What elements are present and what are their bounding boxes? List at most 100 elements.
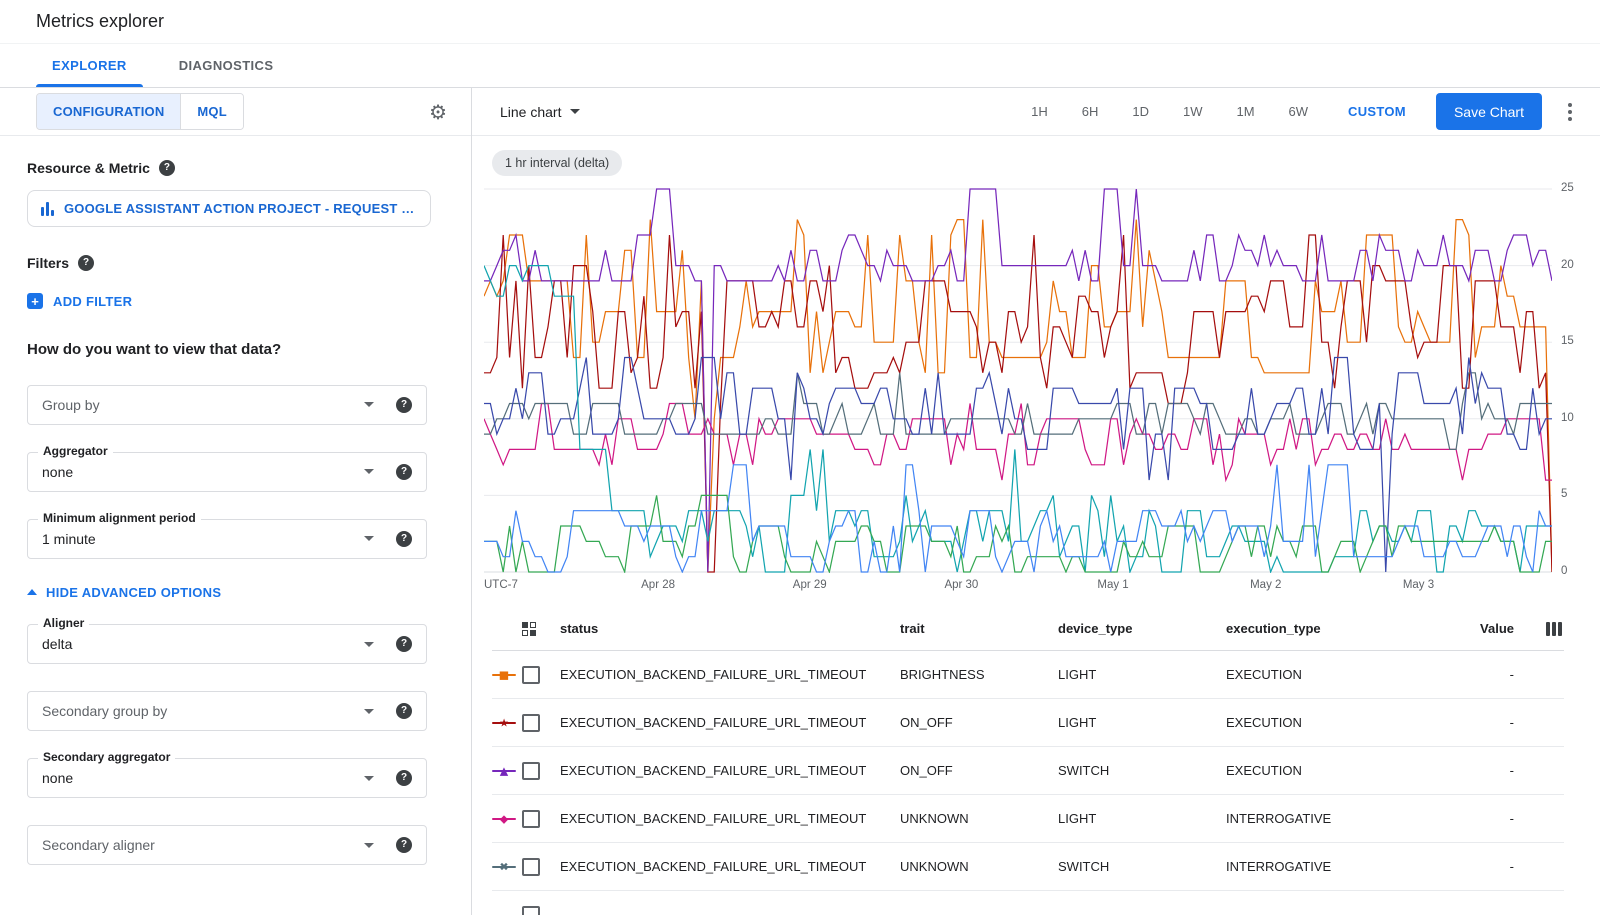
gear-icon[interactable]: ⚙ — [429, 102, 447, 122]
x-axis-label: UTC-7 — [484, 579, 518, 591]
min-alignment-period-select[interactable]: Minimum alignment period 1 minute — [27, 519, 427, 559]
page-title: Metrics explorer — [36, 11, 164, 32]
table-row[interactable]: ▲ EXECUTION_BACKEND_FAILURE_URL_TIMEOUT … — [492, 747, 1564, 795]
series-line: ▲ — [492, 770, 516, 772]
range-1w[interactable]: 1W — [1183, 104, 1203, 119]
tab-explorer[interactable]: EXPLORER — [26, 44, 153, 87]
range-custom[interactable]: CUSTOM — [1348, 104, 1406, 119]
column-header-trait[interactable]: trait — [900, 621, 1058, 636]
x-axis-label: Apr 28 — [641, 579, 675, 591]
row-checkbox[interactable] — [522, 858, 540, 876]
hide-advanced-options-link[interactable]: HIDE ADVANCED OPTIONS — [27, 585, 221, 600]
resource-metric-label: Resource & Metric — [27, 160, 150, 176]
sidebar-body: Resource & Metric GOOGLE ASSISTANT ACTIO… — [0, 136, 471, 885]
secondary-aggregator-value: none — [42, 770, 364, 786]
help-icon[interactable] — [396, 397, 412, 413]
table-row[interactable]: ◆ EXECUTION_BACKEND_FAILURE_URL_TIMEOUT … — [492, 795, 1564, 843]
min-alignment-value: 1 minute — [42, 531, 364, 547]
page-title-bar: Metrics explorer — [0, 0, 1600, 44]
mql-tab[interactable]: MQL — [180, 94, 242, 129]
hide-advanced-options-label: HIDE ADVANCED OPTIONS — [46, 585, 221, 600]
row-status: EXECUTION_BACKEND_FAILURE_URL_TIMEOUT — [560, 763, 900, 778]
row-trait: UNKNOWN — [900, 811, 1058, 826]
row-trait: BRIGHTNESS — [900, 667, 1058, 682]
row-execution-type: INTERROGATIVE — [1226, 811, 1468, 826]
help-icon[interactable] — [396, 531, 412, 547]
aligner-label: Aligner — [38, 616, 89, 630]
y-axis-label: 5 — [1561, 488, 1567, 500]
help-icon[interactable] — [159, 160, 175, 176]
aggregator-select[interactable]: Aggregator none — [27, 452, 427, 492]
metric-chip[interactable]: GOOGLE ASSISTANT ACTION PROJECT - REQUES… — [27, 190, 431, 227]
column-settings-icon[interactable] — [1546, 622, 1564, 636]
y-axis-label: 0 — [1561, 565, 1567, 577]
tab-diagnostics[interactable]: DIAGNOSTICS — [153, 44, 300, 87]
tab-explorer-label: EXPLORER — [52, 58, 127, 73]
chevron-down-icon — [364, 536, 374, 541]
row-status: EXECUTION_BACKEND_FAILURE_URL_TIMEOUT — [560, 715, 900, 730]
column-header-value[interactable]: Value — [1468, 621, 1524, 636]
column-header-device-type[interactable]: device_type — [1058, 621, 1226, 636]
more-options-icon[interactable] — [1560, 97, 1580, 127]
row-checkbox[interactable] — [522, 810, 540, 828]
row-trait: ON_OFF — [900, 715, 1058, 730]
help-icon[interactable] — [396, 703, 412, 719]
chevron-down-icon — [364, 642, 374, 647]
group-by-select[interactable]: Group by — [27, 385, 427, 425]
secondary-aggregator-select[interactable]: Secondary aggregator none — [27, 758, 427, 798]
table-header: status trait device_type execution_type … — [492, 607, 1564, 651]
column-header-status[interactable]: status — [560, 621, 900, 636]
x-axis-label: May 3 — [1403, 579, 1434, 591]
y-axis-label: 15 — [1561, 335, 1574, 347]
chevron-down-icon — [364, 843, 374, 848]
chart-area: 1 hr interval (delta) 0510152025 UTC-7Ap… — [472, 136, 1600, 595]
add-box-icon — [27, 293, 43, 309]
aligner-select[interactable]: Aligner delta — [27, 624, 427, 664]
table-body: ■ EXECUTION_BACKEND_FAILURE_URL_TIMEOUT … — [492, 651, 1564, 891]
series-line: ✖ — [492, 866, 516, 868]
range-1d[interactable]: 1D — [1132, 104, 1149, 119]
column-header-execution-type[interactable]: execution_type — [1226, 621, 1468, 636]
row-device-type: LIGHT — [1058, 667, 1226, 682]
min-alignment-label: Minimum alignment period — [38, 511, 201, 525]
chart-type-select[interactable]: Line chart — [500, 104, 580, 120]
row-trait: UNKNOWN — [900, 859, 1058, 874]
help-icon[interactable] — [396, 837, 412, 853]
row-checkbox[interactable] — [522, 762, 540, 780]
config-mode-toggle: CONFIGURATION MQL — [36, 93, 244, 130]
chart-series-series-9 — [484, 465, 1552, 572]
range-6h[interactable]: 6H — [1082, 104, 1099, 119]
secondary-group-by-select[interactable]: Secondary group by — [27, 691, 427, 731]
chart-type-label: Line chart — [500, 104, 561, 120]
row-value: - — [1468, 811, 1524, 826]
row-checkbox[interactable] — [522, 666, 540, 684]
save-chart-button[interactable]: Save Chart — [1436, 93, 1542, 130]
table-row[interactable]: ✖ EXECUTION_BACKEND_FAILURE_URL_TIMEOUT … — [492, 843, 1564, 891]
range-1m[interactable]: 1M — [1236, 104, 1254, 119]
configuration-tab[interactable]: CONFIGURATION — [37, 94, 180, 129]
x-axis-label: Apr 29 — [793, 579, 827, 591]
legend-toggle-icon[interactable] — [522, 622, 560, 636]
help-icon[interactable] — [396, 636, 412, 652]
row-status: EXECUTION_BACKEND_FAILURE_URL_TIMEOUT — [560, 667, 900, 682]
table-row-partial[interactable] — [492, 891, 1564, 915]
secondary-aligner-select[interactable]: Secondary aligner — [27, 825, 427, 865]
table-row[interactable]: ★ EXECUTION_BACKEND_FAILURE_URL_TIMEOUT … — [492, 699, 1564, 747]
help-icon[interactable] — [396, 770, 412, 786]
row-checkbox[interactable] — [522, 714, 540, 732]
chevron-down-icon — [364, 469, 374, 474]
table-row[interactable]: ■ EXECUTION_BACKEND_FAILURE_URL_TIMEOUT … — [492, 651, 1564, 699]
row-value: - — [1468, 859, 1524, 874]
series-marker-icon: ▲ — [500, 765, 508, 776]
range-6w[interactable]: 6W — [1289, 104, 1309, 119]
add-filter-button[interactable]: ADD FILTER — [27, 293, 132, 309]
help-icon[interactable] — [396, 464, 412, 480]
row-status: EXECUTION_BACKEND_FAILURE_URL_TIMEOUT — [560, 811, 900, 826]
secondary-aligner-placeholder: Secondary aligner — [42, 837, 364, 853]
chevron-down-icon — [364, 402, 374, 407]
row-execution-type: EXECUTION — [1226, 763, 1468, 778]
help-icon[interactable] — [78, 255, 94, 271]
metric-chip-label: GOOGLE ASSISTANT ACTION PROJECT - REQUES… — [64, 201, 417, 216]
row-checkbox[interactable] — [522, 906, 540, 916]
range-1h[interactable]: 1H — [1031, 104, 1048, 119]
